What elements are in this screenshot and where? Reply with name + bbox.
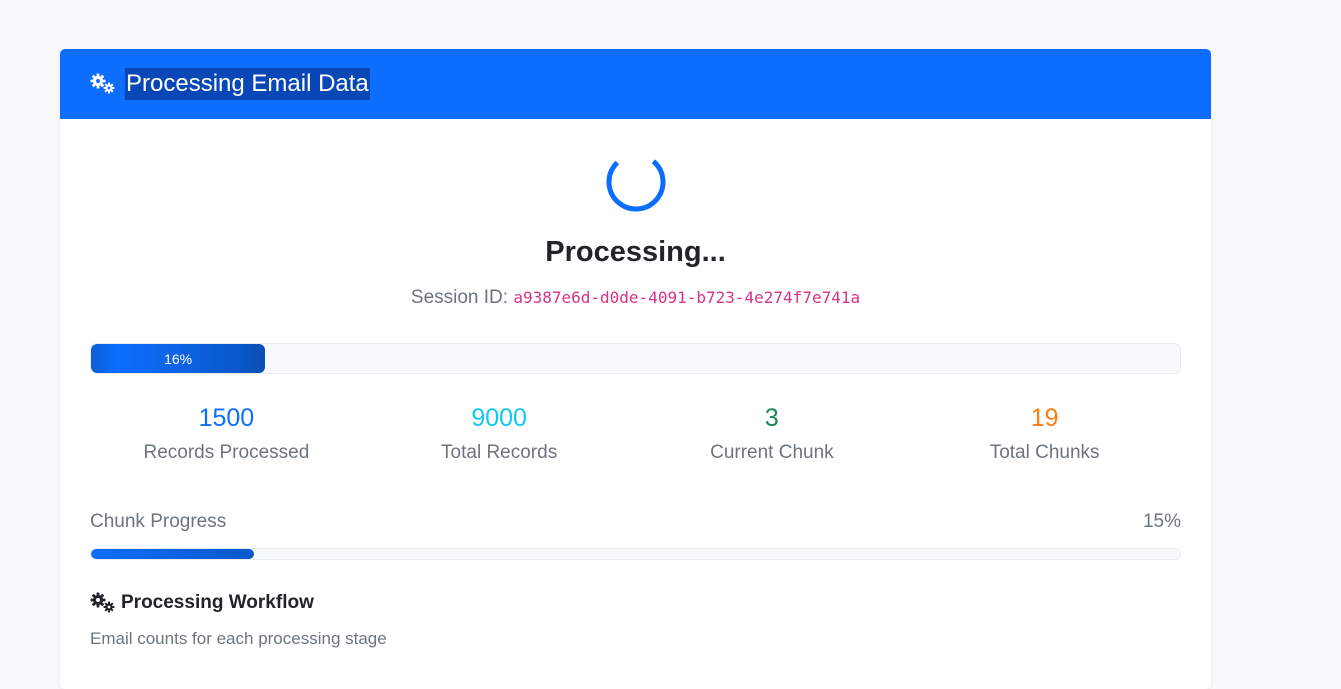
gears-icon	[90, 73, 116, 95]
stat-label: Records Processed	[143, 442, 310, 463]
page-title: Processing Email Data	[125, 68, 370, 100]
session-id: a9387e6d-d0de-4091-b723-4e274f7e741a	[513, 288, 861, 307]
session-label: Session ID:	[410, 287, 509, 308]
stat-records-processed: 1500 Records Processed	[90, 401, 363, 464]
chunk-progress-header: Chunk Progress 15%	[90, 511, 1181, 533]
workflow-title: Processing Workflow	[121, 592, 314, 613]
stat-total-chunks: 19 Total Chunks	[908, 401, 1181, 464]
chunk-progress-percent: 15%	[1142, 511, 1181, 532]
loading-spinner-icon	[605, 151, 667, 213]
stat-label: Total Chunks	[989, 442, 1100, 463]
overall-progress-label: 16%	[164, 350, 193, 367]
overall-progress-bar: 16%	[90, 343, 1181, 374]
stat-total-records: 9000 Total Records	[363, 401, 636, 464]
workflow-description: Email counts for each processing stage	[90, 629, 387, 648]
processing-card: Processing Email Data Processing... Sess…	[60, 49, 1211, 689]
gears-icon	[90, 592, 116, 614]
stat-value: 1500	[198, 404, 255, 432]
chunk-progress-bar	[90, 548, 1181, 560]
stat-value: 3	[764, 404, 779, 432]
stat-label: Total Records	[441, 442, 558, 463]
chunk-progress-label: Chunk Progress	[90, 511, 227, 532]
stat-value: 9000	[471, 404, 527, 432]
status-title: Processing...	[545, 236, 726, 268]
stat-current-chunk: 3 Current Chunk	[636, 401, 909, 464]
stats-row: 1500 Records Processed 9000 Total Record…	[90, 401, 1181, 464]
stat-value: 19	[1030, 404, 1059, 432]
stat-label: Current Chunk	[710, 442, 834, 463]
workflow-heading: Processing Workflow	[90, 592, 314, 614]
card-header: Processing Email Data	[60, 49, 1211, 119]
session-info: Session ID: a9387e6d-d0de-4091-b723-4e27…	[60, 287, 1211, 309]
overall-progress-fill: 16%	[91, 344, 266, 373]
chunk-progress-fill	[91, 549, 255, 559]
